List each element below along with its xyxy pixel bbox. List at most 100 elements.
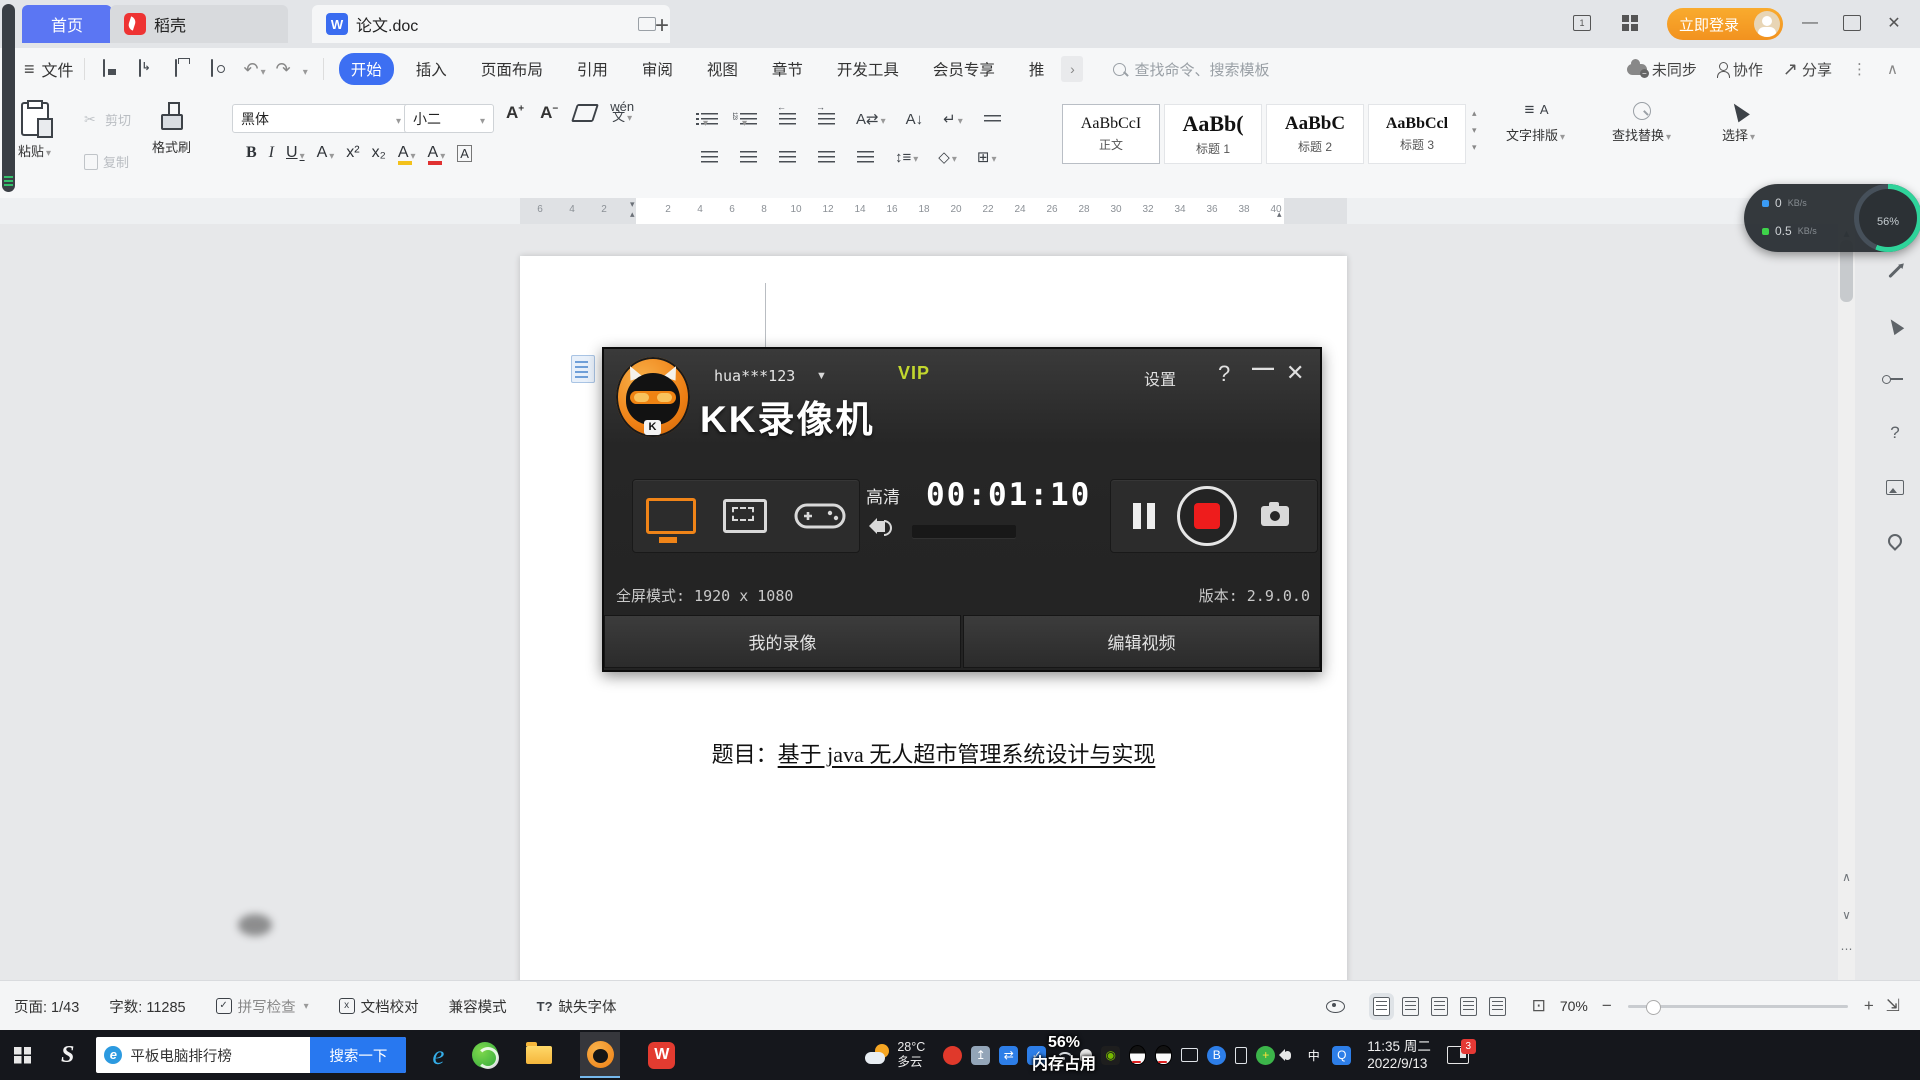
share-button[interactable]: ↗分享 — [1783, 59, 1832, 80]
style-gallery-arrows[interactable]: ▴▾▾ — [1472, 108, 1477, 153]
minimize-button[interactable]: — — [1795, 10, 1825, 36]
kk-speaker-icon[interactable] — [876, 521, 885, 532]
underline-button[interactable]: U — [286, 144, 305, 162]
char-scale-icon[interactable]: A⇄ — [856, 110, 886, 128]
previous-page-icon[interactable]: ∧ — [1838, 870, 1855, 884]
zoom-slider-thumb[interactable] — [1646, 1000, 1661, 1015]
my-recordings-button[interactable]: 我的录像 — [604, 615, 961, 668]
collaborate-button[interactable]: 协作 — [1717, 59, 1763, 80]
tab-docer[interactable]: 稻壳 — [110, 5, 288, 43]
horizontal-ruler[interactable]: 642246810121416182022242628303234363840 … — [0, 198, 1920, 225]
side-panel-handle[interactable] — [2, 4, 15, 192]
outline-view-icon[interactable] — [1402, 997, 1419, 1016]
superscript-button[interactable]: x² — [346, 144, 359, 162]
sync-tool-icon[interactable]: ⇄ — [999, 1046, 1018, 1065]
align-right-icon[interactable] — [779, 151, 796, 163]
s-app-icon[interactable]: S — [61, 1042, 74, 1069]
font-name-select[interactable]: 黑体 — [232, 104, 410, 133]
taskbar-search-box[interactable]: e 平板电脑排行榜 搜索一下 — [96, 1037, 406, 1073]
kk-account-dropdown-icon[interactable]: ▼ — [816, 370, 827, 382]
menu-tab-review[interactable]: 审阅 — [630, 53, 685, 85]
style-heading2[interactable]: AaBbC 标题 2 — [1266, 104, 1364, 164]
floating-monitor-gauge[interactable]: 0 KB/s 0.5 KB/s 56% — [1744, 184, 1920, 252]
format-painter-button[interactable]: 格式刷 — [152, 102, 191, 156]
screenshot-button[interactable] — [1261, 506, 1289, 526]
word-count[interactable]: 字数: 11285 — [109, 996, 185, 1017]
zoom-out-button[interactable]: − — [1602, 996, 1612, 1016]
menu-tab-member[interactable]: 会员专享 — [921, 53, 1007, 85]
shading-icon[interactable]: ◇ — [938, 148, 957, 166]
tab-home[interactable]: 首页 — [22, 5, 112, 43]
ink-annotate-icon[interactable] — [1878, 254, 1912, 288]
screen-share-icon[interactable] — [638, 17, 656, 31]
compat-mode-label[interactable]: 兼容模式 — [449, 996, 507, 1017]
zoom-slider[interactable] — [1628, 1005, 1848, 1008]
taskbar-clock[interactable]: 11:35 周二2022/9/13 — [1367, 1038, 1431, 1072]
align-justify-icon[interactable] — [818, 151, 835, 163]
font-size-select[interactable]: 小二 — [404, 104, 494, 133]
usb-device-icon[interactable]: ↥ — [971, 1046, 990, 1065]
find-replace-button[interactable]: 查找替换 — [1612, 102, 1671, 144]
display-device-icon[interactable] — [1181, 1048, 1198, 1062]
align-distribute-icon[interactable] — [857, 151, 874, 163]
login-button[interactable]: 立即登录 — [1667, 8, 1783, 40]
kk-help-button[interactable]: ? — [1218, 361, 1230, 387]
ime-language-icon[interactable]: 中 — [1304, 1046, 1323, 1065]
print-preview-icon[interactable] — [211, 60, 231, 78]
highlight-button[interactable]: A — [398, 144, 416, 162]
style-heading3[interactable]: AaBbCcl 标题 3 — [1368, 104, 1466, 164]
weather-icon[interactable] — [865, 1044, 891, 1066]
kk-recorder-tray-icon[interactable] — [943, 1046, 962, 1065]
image-tool-icon[interactable] — [1878, 470, 1912, 504]
antivirus-icon[interactable]: + — [1256, 1046, 1275, 1065]
nvidia-icon[interactable]: ◉ — [1101, 1046, 1120, 1065]
menu-overflow-arrow[interactable]: › — [1061, 56, 1083, 82]
restore-button[interactable] — [1837, 10, 1867, 36]
char-border-button[interactable]: A — [457, 145, 472, 162]
qq-penguin-icon[interactable] — [1129, 1045, 1146, 1065]
kk-minimize-button[interactable]: — — [1252, 355, 1274, 381]
menu-tab-developer[interactable]: 开发工具 — [825, 53, 911, 85]
collapse-ribbon-icon[interactable]: ∧ — [1887, 60, 1898, 78]
ie-browser-icon[interactable]: e — [432, 1040, 444, 1071]
subscript-button[interactable]: x₂ — [372, 144, 386, 162]
start-button[interactable] — [14, 1047, 31, 1064]
missing-fonts-button[interactable]: T?缺失字体 — [537, 996, 617, 1017]
print-icon[interactable] — [175, 60, 195, 78]
phonetic-guide-icon[interactable]: wén文 — [610, 102, 634, 124]
spell-check-toggle[interactable]: ✓拼写检查 — [216, 996, 309, 1017]
copy-button[interactable]: 复制 — [84, 152, 129, 171]
command-search[interactable]: 查找命令、搜索模板 — [1113, 55, 1373, 83]
text-layout-button[interactable]: 文字排版 — [1506, 102, 1565, 144]
pause-button[interactable] — [1133, 503, 1155, 529]
more-menu-icon[interactable]: ⋮ — [1852, 60, 1867, 78]
left-indent-marker[interactable]: ▴ — [630, 209, 635, 220]
kk-volume-meter[interactable] — [912, 525, 1016, 538]
export-icon[interactable] — [139, 60, 159, 78]
action-center-icon[interactable]: 3 — [1447, 1046, 1469, 1064]
menu-tab-home[interactable]: 开始 — [339, 53, 394, 85]
style-heading1[interactable]: AaBb( 标题 1 — [1164, 104, 1262, 164]
right-indent-marker[interactable]: ▴ — [1277, 209, 1282, 220]
zoom-in-button[interactable]: + — [1864, 996, 1874, 1016]
measure-tool-icon[interactable] — [1878, 362, 1912, 396]
fullscreen-icon[interactable]: ⇲ — [1886, 996, 1900, 1016]
sogou-search-icon[interactable]: Q — [1332, 1046, 1351, 1065]
quickbar-more-icon[interactable] — [301, 59, 308, 80]
embedded-object-anchor-icon[interactable] — [571, 355, 595, 383]
kk-vip-badge[interactable]: VIP — [898, 363, 930, 384]
document-title-line[interactable]: 题目：基于 java 无人超市管理系统设计与实现 — [520, 737, 1347, 769]
vertical-scrollbar[interactable] — [1838, 224, 1855, 980]
show-marks-icon[interactable]: ↵ — [943, 110, 963, 128]
green-browser-icon[interactable] — [472, 1042, 498, 1068]
doc-proof-button[interactable]: x文档校对 — [339, 996, 419, 1017]
kk-close-button[interactable]: ✕ — [1286, 360, 1304, 386]
bluetooth-icon[interactable]: B — [1207, 1046, 1226, 1065]
taskbar-search-button[interactable]: 搜索一下 — [310, 1037, 406, 1073]
tab-grid-icon[interactable] — [1615, 10, 1645, 36]
kk-settings-button[interactable]: 设置 — [1144, 366, 1176, 390]
undo-icon[interactable]: ↶ — [244, 59, 266, 80]
style-normal[interactable]: AaBbCcI 正文 — [1062, 104, 1160, 164]
document-canvas[interactable]: 题目：基于 java 无人超市管理系统设计与实现 K hua***123 ▼ V… — [0, 224, 1920, 980]
volume-icon[interactable] — [1284, 1051, 1291, 1060]
